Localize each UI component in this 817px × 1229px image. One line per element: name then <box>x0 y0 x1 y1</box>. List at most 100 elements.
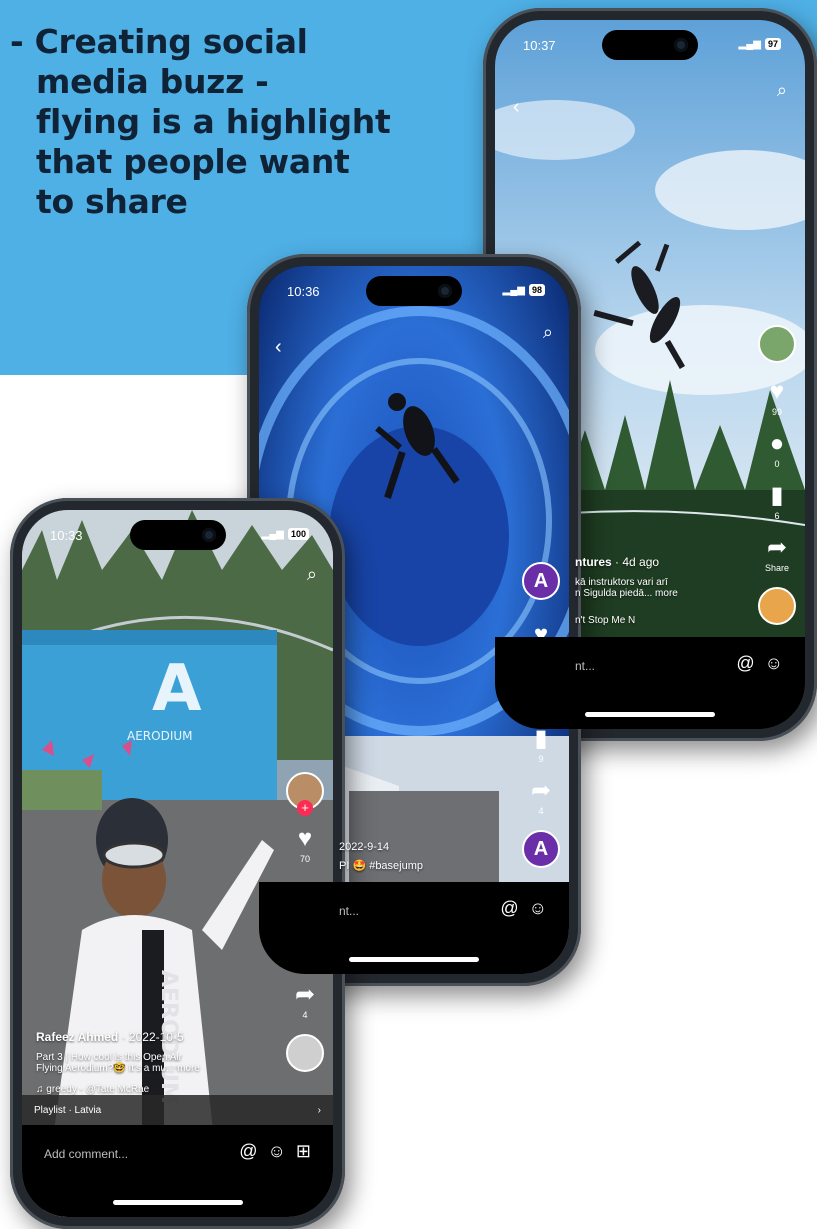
signal-icon: ▂▄▆ <box>502 284 525 296</box>
headline-line: flying is a highlight <box>36 102 391 141</box>
camera-icon <box>438 284 452 298</box>
comment-tools: @ ☺ <box>736 653 783 674</box>
headline: - Creating social media buzz - flying is… <box>10 22 410 222</box>
video-caption: ntures · 4d ago kā instruktors vari arī … <box>575 555 765 626</box>
like-count: 70 <box>299 854 310 864</box>
post-age: · 4d ago <box>615 555 660 569</box>
at-icon[interactable]: @ <box>239 1141 257 1162</box>
heart-icon: ♥ <box>769 378 785 405</box>
status-time: 10:36 <box>287 284 320 299</box>
comment-button[interactable]: ●0 <box>769 430 785 470</box>
post-date: 2022-9-14 <box>339 841 390 853</box>
dynamic-island <box>129 520 226 550</box>
emoji-icon[interactable]: ☺ <box>529 898 547 919</box>
comment-input[interactable]: nt... <box>575 659 595 673</box>
comment-count: 0 <box>774 459 780 469</box>
battery-icon: 100 <box>287 528 309 540</box>
status-icons: ▂▄▆ 97 <box>739 38 781 50</box>
battery-icon: 97 <box>764 38 781 50</box>
author-name[interactable]: ntures <box>575 555 612 569</box>
signal-icon: ▂▄▆ <box>738 38 761 50</box>
wall-text: AERODIUM <box>127 729 193 743</box>
comment-input[interactable]: nt... <box>339 904 359 918</box>
follow-plus-icon[interactable]: + <box>297 800 313 816</box>
share-arrow-icon: ➦ <box>766 534 788 561</box>
save-button[interactable]: ▮ 6 <box>770 482 784 522</box>
like-button[interactable]: ♥ 99 <box>769 378 785 418</box>
status-icons: ▂▄▆ 98 <box>503 284 545 296</box>
creator-avatar[interactable]: + <box>286 772 324 816</box>
share-arrow-icon: ➦ <box>294 981 316 1008</box>
camera-icon <box>674 38 688 52</box>
author-name[interactable]: Rafeez Ahmed <box>36 1030 118 1044</box>
caption-line: kā instruktors vari arī <box>575 577 668 588</box>
hashtags[interactable]: PI 🤩 #basejump <box>339 859 423 872</box>
home-indicator <box>112 1200 243 1205</box>
search-icon[interactable]: ⌕ <box>307 564 317 585</box>
like-count: 99 <box>771 407 782 417</box>
video-caption: 2022-9-14 PI 🤩 #basejump <box>339 841 423 872</box>
comment-tools: @ ☺ <box>500 898 547 919</box>
headline-line: media buzz - <box>36 62 269 101</box>
status-time: 10:33 <box>50 528 83 543</box>
comment-tools: @ ☺ ⊞ <box>239 1141 311 1162</box>
share-button[interactable]: ➦ 4 <box>294 981 316 1021</box>
share-button[interactable]: ➦ Share <box>764 534 790 574</box>
search-icon[interactable]: ⌕ <box>777 80 787 101</box>
dynamic-island <box>366 276 462 306</box>
bookmark-icon: ▮ <box>534 725 548 752</box>
emoji-icon[interactable]: ☺ <box>765 653 783 674</box>
search-icon[interactable]: ⌕ <box>543 322 553 343</box>
share-label: Share <box>764 563 790 573</box>
save-count: 6 <box>774 511 780 521</box>
share-button[interactable]: ➦ 4 <box>530 777 552 817</box>
comment-input[interactable]: Add comment... <box>44 1147 128 1161</box>
home-indicator <box>585 712 715 717</box>
dynamic-island <box>602 30 698 60</box>
share-count: 4 <box>538 806 544 816</box>
post-date: · 2022-10-5 <box>121 1030 184 1044</box>
aerodium-avatar[interactable]: A <box>522 562 560 600</box>
at-icon[interactable]: @ <box>736 653 754 674</box>
music-disc[interactable]: A <box>522 830 560 868</box>
comment-bar: Add comment... @ ☺ ⊞ <box>22 1125 333 1217</box>
wall-logo: A <box>152 652 202 726</box>
at-icon[interactable]: @ <box>500 898 518 919</box>
playlist-label: Playlist · Latvia <box>34 1104 102 1116</box>
status-icons: ▂▄▆ 100 <box>261 528 309 540</box>
headline-line: that people want <box>36 142 350 181</box>
save-count: 9 <box>538 754 544 764</box>
save-button[interactable]: ▮ 9 <box>534 725 548 765</box>
battery-icon: 98 <box>528 284 545 296</box>
home-indicator <box>349 957 479 962</box>
status-time: 10:37 <box>523 38 556 53</box>
music-title[interactable]: ♫ greedy - @Tate McRae <box>36 1084 271 1095</box>
caption-line: Flying Aerodium?🤓 It's a mu... more <box>36 1063 200 1074</box>
back-icon[interactable]: ‹ <box>275 336 282 359</box>
bookmark-icon: ▮ <box>770 482 784 509</box>
heart-icon: ♥ <box>297 825 313 852</box>
caption-line: Part 3 | How cool is this Open Air <box>36 1052 182 1063</box>
creator-avatar[interactable] <box>758 325 796 363</box>
chevron-right-icon: › <box>317 1104 321 1116</box>
comment-bar: nt... @ ☺ <box>259 882 569 974</box>
music-disc[interactable] <box>286 1034 324 1072</box>
gift-icon[interactable]: ⊞ <box>296 1141 311 1162</box>
headline-line: - Creating social <box>10 22 308 61</box>
share-count: 4 <box>302 1010 308 1020</box>
playlist-bar[interactable]: Playlist · Latvia › <box>22 1095 333 1125</box>
camera-icon <box>201 528 216 542</box>
signal-icon: ▂▄▆ <box>261 528 284 540</box>
share-arrow-icon: ➦ <box>530 777 552 804</box>
comment-bar: nt... @ ☺ <box>495 637 805 729</box>
caption-line: n Sigulda piedā... more <box>575 588 678 599</box>
headline-line: to share <box>36 182 188 221</box>
phone-left-screen: A AERODIUM AERODIUM 10:33 ▂▄▆ 100 ⌕ + ♥ 7 <box>22 510 333 1217</box>
video-caption: Rafeez Ahmed · 2022-10-5 Part 3 | How co… <box>36 1030 271 1095</box>
emoji-icon[interactable]: ☺ <box>268 1141 286 1162</box>
phone-left: A AERODIUM AERODIUM 10:33 ▂▄▆ 100 ⌕ + ♥ 7 <box>10 498 345 1229</box>
music-title[interactable]: n't Stop Me N <box>575 615 765 626</box>
like-button[interactable]: ♥ 70 <box>297 825 313 865</box>
back-icon[interactable]: ‹ <box>513 96 520 119</box>
comment-icon: ● <box>769 430 785 457</box>
